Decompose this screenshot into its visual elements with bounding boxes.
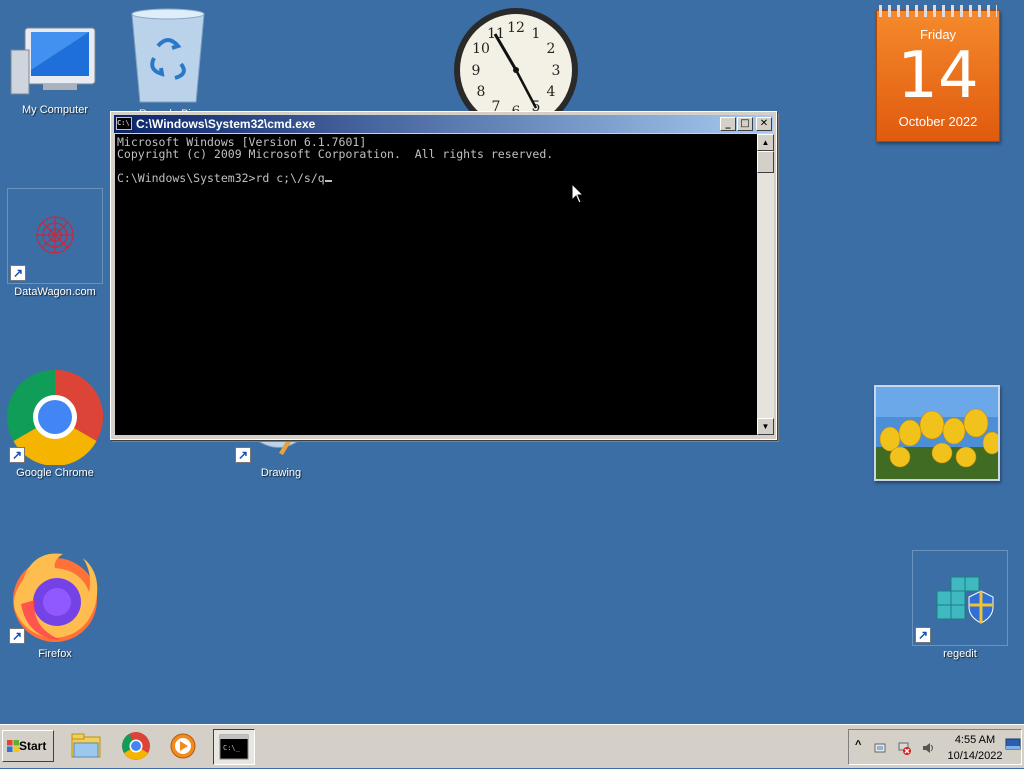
scroll-up-arrow-icon[interactable]: ▲ bbox=[757, 134, 774, 151]
desktop-icon-my-computer[interactable]: My Computer bbox=[7, 10, 103, 116]
computer-icon bbox=[7, 10, 103, 102]
clock-numeral: 1 bbox=[532, 26, 541, 42]
regedit-icon: ↗ bbox=[912, 550, 1008, 646]
taskbar-media-player[interactable] bbox=[163, 729, 205, 765]
media-player-icon bbox=[170, 733, 196, 759]
clock-numeral: 4 bbox=[547, 84, 556, 100]
maximize-button[interactable]: □ bbox=[737, 117, 753, 131]
clock-gadget[interactable]: 12 1 2 3 4 5 6 7 8 9 10 11 bbox=[452, 6, 580, 116]
icon-label: Firefox bbox=[38, 648, 72, 660]
shortcut-arrow-icon: ↗ bbox=[10, 265, 26, 281]
shortcut-arrow-icon: ↗ bbox=[915, 627, 931, 643]
desktop-icon-regedit[interactable]: ↗ regedit bbox=[912, 550, 1008, 660]
shortcut-arrow-icon: ↗ bbox=[9, 447, 25, 463]
desktop-icon-datawagon[interactable]: ↗ DataWagon.com bbox=[7, 188, 103, 298]
desktop-icon-firefox[interactable]: ↗ Firefox bbox=[7, 550, 103, 660]
console-prompt-line: C:\Windows\System32>rd c;\/s/q bbox=[117, 172, 755, 184]
cmd-console[interactable]: Microsoft Windows [Version 6.1.7601] Copy… bbox=[115, 134, 757, 435]
console-line: C:\Windows\System32>rd c;\/s/q bbox=[117, 171, 325, 185]
cmd-titlebar[interactable]: C:\ C:\Windows\System32\cmd.exe _ □ ✕ bbox=[114, 115, 773, 133]
datawagon-icon: ↗ bbox=[7, 188, 103, 284]
start-button[interactable]: Start bbox=[2, 730, 54, 762]
clock-numeral: 8 bbox=[477, 84, 486, 100]
taskbar: Start C:\_ ^ 4:55 AM 10/14/2022 bbox=[0, 724, 1024, 768]
tulips-photo bbox=[876, 387, 998, 479]
clock-numeral: 10 bbox=[472, 41, 490, 57]
system-tray: ^ 4:55 AM 10/14/2022 bbox=[848, 729, 1022, 765]
network-disconnected-icon[interactable] bbox=[897, 741, 911, 755]
text-cursor bbox=[324, 180, 332, 182]
close-button[interactable]: ✕ bbox=[756, 117, 772, 131]
calendar-day: 14 bbox=[897, 39, 979, 113]
chrome-icon: ↗ bbox=[6, 369, 104, 466]
cmd-icon: C:\_ bbox=[219, 734, 249, 760]
icon-label: Drawing bbox=[260, 467, 302, 479]
cmd-app-icon: C:\ bbox=[116, 117, 132, 130]
scroll-thumb[interactable] bbox=[757, 151, 774, 173]
cmd-window[interactable]: C:\ C:\Windows\System32\cmd.exe _ □ ✕ Mi… bbox=[110, 111, 777, 440]
show-hidden-icons-chevron-icon[interactable]: ^ bbox=[855, 739, 865, 753]
chrome-icon bbox=[122, 732, 150, 760]
clock-numeral: 3 bbox=[552, 63, 561, 79]
icon-label: My Computer bbox=[21, 104, 89, 116]
calendar-rings bbox=[879, 5, 997, 17]
show-desktop-icon[interactable] bbox=[1005, 738, 1021, 752]
file-explorer-icon bbox=[71, 733, 101, 758]
tray-clock-time[interactable]: 4:55 AM bbox=[949, 734, 1001, 746]
clock-numeral: 12 bbox=[507, 20, 525, 36]
slideshow-gadget[interactable] bbox=[874, 385, 1000, 481]
svg-text:C:\_: C:\_ bbox=[223, 744, 241, 752]
console-line: Copyright (c) 2009 Microsoft Corporation… bbox=[117, 147, 554, 161]
firefox-icon: ↗ bbox=[7, 550, 103, 646]
taskbar-file-explorer[interactable] bbox=[66, 729, 108, 765]
clock-numeral: 2 bbox=[547, 41, 556, 57]
tray-clock-date[interactable]: 10/14/2022 bbox=[945, 750, 1005, 762]
cmd-window-title: C:\Windows\System32\cmd.exe bbox=[136, 117, 316, 131]
desktop-icon-google-chrome[interactable]: ↗ Google Chrome bbox=[6, 369, 104, 479]
icon-label: Google Chrome bbox=[16, 467, 94, 479]
shortcut-arrow-icon: ↗ bbox=[235, 447, 251, 463]
volume-icon[interactable] bbox=[921, 741, 935, 755]
vertical-scrollbar[interactable]: ▲ ▼ bbox=[757, 134, 774, 435]
start-label: Start bbox=[19, 739, 47, 753]
clock-numeral: 9 bbox=[472, 63, 481, 79]
icon-label: DataWagon.com bbox=[14, 286, 96, 298]
taskbar-cmd[interactable]: C:\_ bbox=[213, 729, 255, 765]
desktop-icon-recycle-bin[interactable]: Recycle Bin bbox=[120, 6, 216, 120]
minimize-button[interactable]: _ bbox=[720, 117, 736, 131]
calendar-gadget[interactable]: Friday 14 October 2022 bbox=[876, 5, 1000, 142]
action-center-flag-icon[interactable] bbox=[873, 741, 887, 755]
scroll-down-arrow-icon[interactable]: ▼ bbox=[757, 418, 774, 435]
taskbar-chrome[interactable] bbox=[116, 729, 158, 765]
windows-flag-icon bbox=[7, 740, 19, 752]
mouse-pointer-icon bbox=[571, 183, 585, 204]
recycle-bin-icon bbox=[120, 6, 216, 106]
icon-label: regedit bbox=[943, 648, 977, 660]
calendar-month-year: October 2022 bbox=[898, 114, 978, 129]
shortcut-arrow-icon: ↗ bbox=[9, 628, 25, 644]
